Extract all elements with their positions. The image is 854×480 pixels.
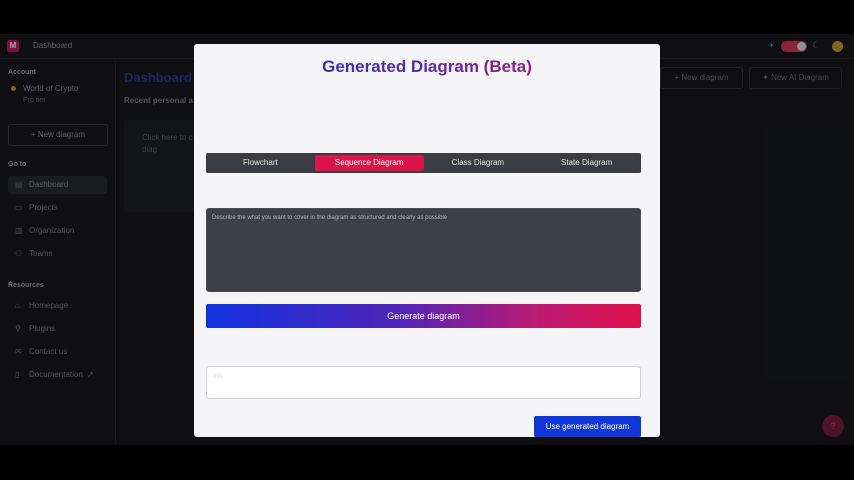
app-window: M Dashboard ☀ ☾ Account World of Crypto … xyxy=(0,34,854,445)
prompt-placeholder: Describe the what you want to cover in t… xyxy=(212,215,448,221)
use-generated-diagram-button[interactable]: Use generated diagram xyxy=(534,416,641,437)
modal-title: Generated Diagram (Beta) xyxy=(194,57,660,77)
tab-sequence-diagram[interactable]: Sequence Diagram xyxy=(314,155,424,171)
tab-class-diagram[interactable]: Class Diagram xyxy=(424,153,533,173)
tab-state-diagram[interactable]: State Diagram xyxy=(532,153,641,173)
result-placeholder: Info xyxy=(213,374,224,380)
diagram-type-tabs: Flowchart Sequence Diagram Class Diagram… xyxy=(206,153,641,173)
generate-diagram-button[interactable]: Generate diagram xyxy=(206,304,641,328)
tab-flowchart[interactable]: Flowchart xyxy=(206,153,315,173)
generate-diagram-modal: Generated Diagram (Beta) Flowchart Seque… xyxy=(194,44,660,437)
result-textarea[interactable]: Info xyxy=(206,366,641,399)
prompt-textarea[interactable]: Describe the what you want to cover in t… xyxy=(206,208,641,292)
